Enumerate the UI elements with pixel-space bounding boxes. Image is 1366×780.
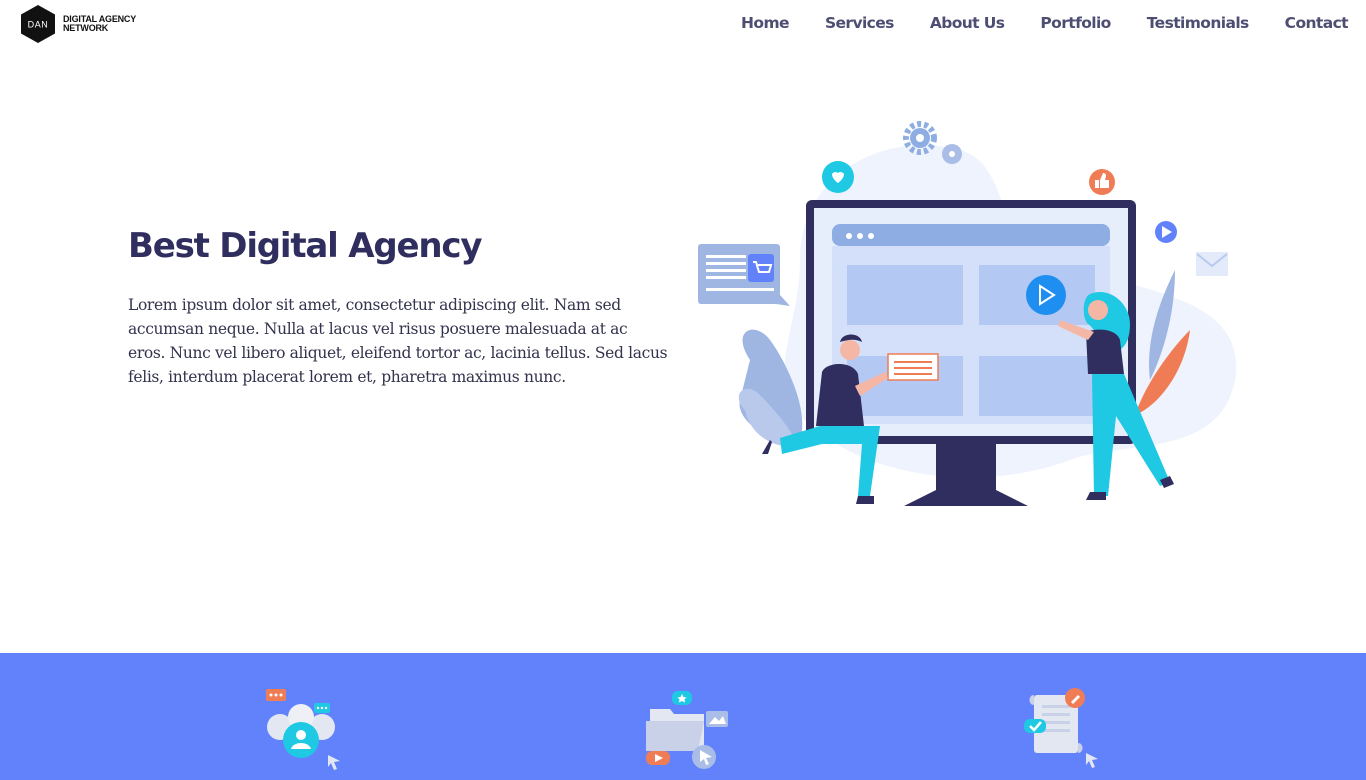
logo-initials: DAN — [28, 20, 49, 30]
team-chat-icon — [266, 689, 340, 770]
logo-hexagon-icon: DAN — [21, 5, 55, 43]
site-header: DAN DIGITAL AGENCY NETWORK Home Services… — [0, 0, 1366, 50]
nav-portfolio[interactable]: Portfolio — [1040, 14, 1111, 32]
envelope-icon — [1196, 252, 1228, 276]
thumbs-up-icon — [1089, 169, 1115, 195]
video-play-icon — [1026, 275, 1066, 315]
hero-title: Best Digital Agency — [128, 226, 482, 266]
services-band — [0, 653, 1366, 780]
nav-about-us[interactable]: About Us — [930, 14, 1005, 32]
hero-description: Lorem ipsum dolor sit amet, consectetur … — [128, 296, 668, 386]
main-nav: Home Services About Us Portfolio Testimo… — [705, 14, 1349, 32]
play-bubble-icon — [1155, 221, 1177, 243]
note-card — [887, 353, 939, 381]
nav-services[interactable]: Services — [825, 14, 894, 32]
logo[interactable]: DAN DIGITAL AGENCY NETWORK — [19, 4, 136, 44]
media-folder-icon — [646, 691, 728, 769]
logo-name-line2: NETWORK — [63, 23, 109, 33]
shopping-card-icon — [698, 244, 790, 306]
nav-home[interactable]: Home — [741, 14, 789, 32]
hero-illustration — [698, 121, 1237, 506]
heart-bubble-icon — [822, 161, 854, 193]
nav-testimonials[interactable]: Testimonials — [1147, 14, 1250, 32]
nav-contact[interactable]: Contact — [1285, 14, 1349, 32]
document-edit-icon — [1024, 688, 1098, 768]
logo-wordmark: DIGITAL AGENCY NETWORK — [63, 15, 136, 33]
